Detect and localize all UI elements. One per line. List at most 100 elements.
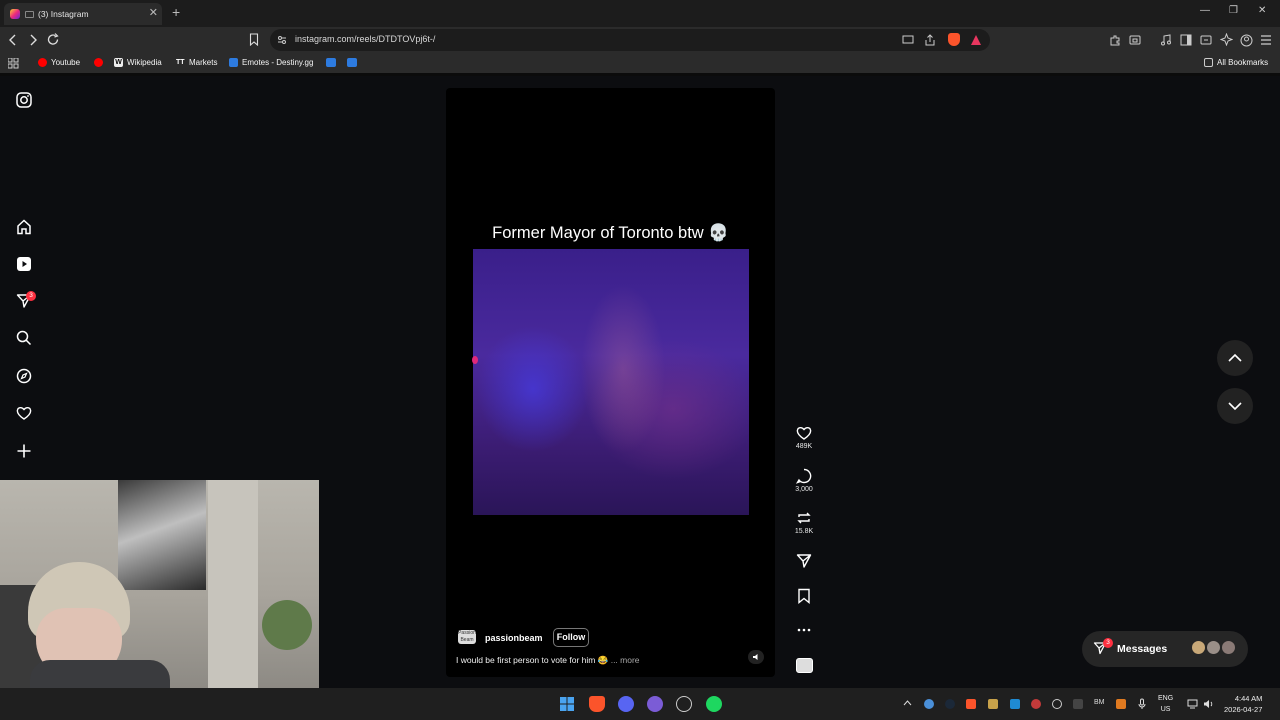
- menu-icon[interactable]: [1260, 35, 1272, 45]
- more-link[interactable]: ... more: [611, 655, 640, 665]
- like-action[interactable]: 489K: [789, 425, 819, 450]
- tray-app-icon[interactable]: [1073, 699, 1083, 709]
- chevron-up-icon: [1228, 353, 1242, 362]
- close-tab-icon[interactable]: ✕: [149, 6, 158, 19]
- forward-icon[interactable]: [28, 34, 38, 46]
- repost-action[interactable]: 15.8K: [789, 510, 819, 535]
- folder-icon: [1204, 58, 1213, 67]
- taskbar: [0, 688, 1280, 720]
- shirt: [30, 660, 170, 688]
- bookmark-youtube[interactable]: Youtube: [38, 58, 80, 67]
- taskbar-clock[interactable]: 4:44 AM 2026-04-27: [1224, 693, 1262, 715]
- author-username[interactable]: passionbeam: [485, 633, 543, 643]
- speaker-icon: [753, 654, 758, 660]
- sidebar-toggle-icon[interactable]: [1180, 34, 1192, 46]
- tray-app-icon[interactable]: [1052, 699, 1062, 709]
- spotify-icon[interactable]: [706, 696, 722, 712]
- author-avatar[interactable]: Passion Beam: [458, 630, 476, 644]
- network-icon[interactable]: [1187, 699, 1198, 709]
- like-count: 489K: [795, 443, 813, 450]
- new-tab-icon[interactable]: +: [172, 4, 180, 20]
- tray-app-icon[interactable]: [1031, 699, 1041, 709]
- notifications-heart-icon[interactable]: [16, 405, 32, 421]
- caption-text: I would be first person to vote for him …: [456, 655, 609, 665]
- messages-pill-badge: 3: [1103, 638, 1113, 648]
- repost-icon[interactable]: [796, 510, 812, 526]
- bookmark-emotes-destiny[interactable]: Emotes - Destiny.gg: [229, 58, 313, 67]
- wikipedia-icon: W: [114, 58, 123, 67]
- restore-icon[interactable]: ❐: [1229, 5, 1238, 16]
- obs-icon[interactable]: [676, 696, 692, 712]
- browser-tab[interactable]: (3) Instagram ✕: [4, 3, 162, 25]
- brave-tray-icon[interactable]: [966, 699, 976, 709]
- mute-toggle[interactable]: [748, 650, 764, 664]
- next-reel-button[interactable]: [1217, 388, 1253, 424]
- app-icon[interactable]: [647, 696, 663, 712]
- tab-media-icon: [25, 10, 34, 18]
- like-heart-icon[interactable]: [796, 425, 812, 441]
- media-controls-icon[interactable]: [1160, 34, 1172, 46]
- share-icon[interactable]: [924, 34, 936, 46]
- messages-badge: 3: [26, 291, 36, 301]
- minimize-icon[interactable]: —: [1200, 5, 1210, 16]
- bookmark-page-icon[interactable]: [249, 33, 259, 46]
- tray-app-icon[interactable]: [1116, 699, 1126, 709]
- vpn-icon[interactable]: [1200, 34, 1212, 46]
- markets-icon: TT: [176, 59, 185, 66]
- follow-button[interactable]: Follow: [553, 628, 589, 647]
- repost-count: 15.8K: [794, 528, 814, 535]
- steam-icon[interactable]: [945, 699, 955, 709]
- audio-thumbnail[interactable]: [796, 658, 813, 673]
- explore-icon[interactable]: [16, 368, 32, 384]
- poster: [118, 480, 206, 590]
- chevron-down-icon: [1228, 402, 1242, 411]
- destiny-icon: [229, 58, 238, 67]
- discord-icon[interactable]: [618, 696, 634, 712]
- close-window-icon[interactable]: ✕: [1258, 5, 1266, 16]
- brave-shields-icon[interactable]: [948, 33, 960, 46]
- home-icon[interactable]: [16, 219, 32, 235]
- back-icon[interactable]: [8, 34, 18, 46]
- tray-app-icon[interactable]: [1010, 699, 1020, 709]
- site-info-icon[interactable]: [277, 35, 287, 45]
- leo-ai-icon[interactable]: [1220, 33, 1233, 46]
- cast-icon[interactable]: [902, 35, 914, 45]
- tray-label[interactable]: BM: [1094, 699, 1105, 706]
- all-bookmarks[interactable]: All Bookmarks: [1204, 58, 1268, 67]
- tray-chevron-up-icon[interactable]: [903, 700, 912, 706]
- start-windows-icon[interactable]: [559, 696, 575, 712]
- door: [208, 480, 258, 688]
- create-plus-icon[interactable]: [16, 443, 32, 459]
- search-icon[interactable]: [16, 330, 32, 346]
- share-send-icon[interactable]: [796, 553, 812, 569]
- profile-icon[interactable]: [1240, 34, 1253, 47]
- avatar: [1206, 640, 1221, 655]
- tray-app-icon[interactable]: [924, 699, 934, 709]
- youtube-icon: [38, 58, 47, 67]
- destiny-icon[interactable]: [326, 58, 336, 67]
- tab-title: (3) Instagram: [38, 9, 89, 19]
- language-indicator[interactable]: ENG US: [1158, 693, 1173, 715]
- brave-rewards-icon[interactable]: [970, 34, 982, 46]
- reel-video-frame[interactable]: [473, 249, 749, 515]
- previous-reel-button[interactable]: [1217, 340, 1253, 376]
- youtube-icon[interactable]: [94, 58, 103, 67]
- comment-icon[interactable]: [796, 468, 812, 484]
- save-bookmark-icon[interactable]: [797, 588, 811, 604]
- wallet-icon[interactable]: [1129, 34, 1141, 46]
- tray-app-icon[interactable]: [988, 699, 998, 709]
- extensions-icon[interactable]: [1109, 34, 1121, 46]
- more-options-icon[interactable]: [797, 627, 811, 633]
- destiny-icon[interactable]: [347, 58, 357, 67]
- instagram-logo-icon[interactable]: [16, 92, 32, 108]
- volume-icon[interactable]: [1203, 699, 1215, 709]
- microphone-icon[interactable]: [1138, 698, 1146, 710]
- bookmark-wikipedia[interactable]: W Wikipedia: [114, 58, 162, 67]
- reels-icon[interactable]: [16, 256, 32, 272]
- apps-grid-icon[interactable]: [8, 58, 19, 69]
- brave-browser-icon[interactable]: [589, 696, 605, 712]
- url-text[interactable]: instagram.com/reels/DTDTOVpj6t-/: [295, 34, 435, 44]
- comment-action[interactable]: 3,000: [789, 468, 819, 493]
- bookmark-markets[interactable]: TT Markets: [176, 58, 217, 67]
- reload-icon[interactable]: [47, 33, 60, 46]
